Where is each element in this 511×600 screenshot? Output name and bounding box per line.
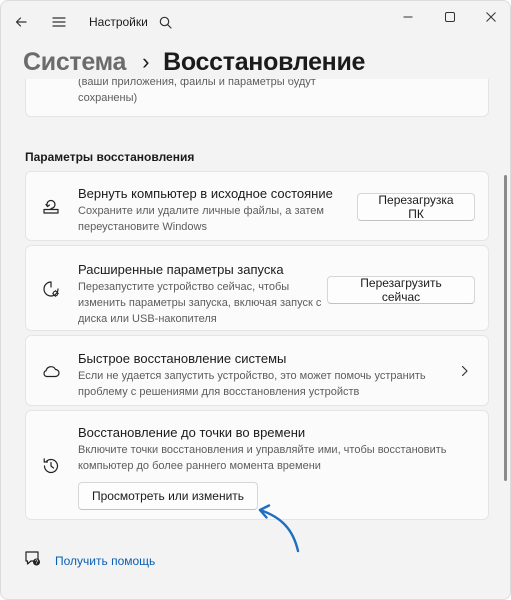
get-help-label[interactable]: Получить помощь (55, 554, 155, 568)
get-help-link[interactable]: ? Получить помощь (23, 549, 155, 572)
hamburger-menu-icon[interactable] (45, 8, 73, 36)
breadcrumb: Система › Восстановление (23, 45, 365, 79)
help-chat-icon: ? (23, 549, 41, 572)
restart-now-button[interactable]: Перезагрузить сейчас (327, 276, 475, 304)
annotation-arrow (258, 504, 300, 553)
partial-card: (ваши приложения, файлы и параметры буду… (25, 79, 489, 117)
card-desc: Перезапустите устройство сейчас, чтобы и… (78, 281, 322, 325)
view-or-change-button[interactable]: Просмотреть или изменить (78, 482, 258, 510)
reset-pc-button[interactable]: Перезагрузка ПК (357, 193, 475, 221)
section-title: Параметры восстановления (25, 150, 195, 164)
page-title: Восстановление (163, 47, 366, 76)
advanced-startup-card: Расширенные параметры запуска Перезапуст… (25, 245, 489, 331)
close-icon[interactable] (470, 1, 510, 33)
chevron-right-icon[interactable] (458, 364, 472, 378)
card-title: Вернуть компьютер в исходное состояние (78, 186, 333, 201)
scrollbar[interactable] (504, 175, 507, 481)
cloud-icon (40, 360, 62, 382)
back-arrow-icon[interactable] (7, 8, 35, 36)
partial-card-desc: (ваши приложения, файлы и параметры буду… (78, 79, 316, 104)
card-title: Расширенные параметры запуска (78, 262, 284, 277)
card-title: Быстрое восстановление системы (78, 351, 287, 366)
settings-window: Настройки Система › Восстановление (ваши… (0, 0, 511, 600)
card-title: Восстановление до точки во времени (78, 425, 306, 440)
quick-recovery-card[interactable]: Быстрое восстановление системы Если не у… (25, 335, 489, 406)
maximize-icon[interactable] (429, 1, 471, 33)
reset-pc-card: Вернуть компьютер в исходное состояние С… (25, 171, 489, 241)
title-bar: Настройки (1, 1, 510, 43)
minimize-icon[interactable] (387, 1, 429, 33)
search-icon[interactable] (151, 8, 179, 36)
reset-pc-icon (40, 196, 62, 218)
app-title: Настройки (89, 15, 148, 29)
breadcrumb-parent[interactable]: Система (23, 48, 126, 77)
card-desc: Сохраните или удалите личные файлы, а за… (78, 205, 324, 233)
card-desc: Если не удается запустить устройство, эт… (78, 370, 426, 398)
card-desc: Включите точки восстановления и управляй… (78, 444, 447, 472)
advanced-startup-icon (40, 278, 62, 300)
breadcrumb-separator: › (142, 49, 150, 74)
history-clock-icon (40, 455, 62, 477)
